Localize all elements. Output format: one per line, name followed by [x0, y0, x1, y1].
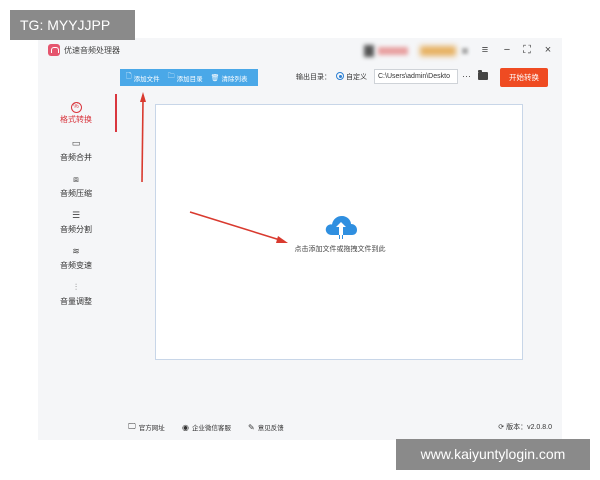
add-folder-label: 添加目录 [176, 75, 203, 83]
sidebar-item-merge[interactable]: ▭ 音频合并 [38, 138, 114, 170]
app-window: 优速音频处理器 ≡ − ⛶ × % 格式转换 ▭ 音频合并 ⧈ 音频压缩 ☰ 音… [38, 38, 562, 440]
trash-icon: 🗑 [210, 74, 220, 82]
merge-icon: ▭ [71, 138, 81, 148]
feedback-icon: ✎ [248, 422, 255, 432]
output-path-input[interactable]: C:\Users\admin\Deskto [374, 69, 458, 84]
refresh-icon: ⟳ [498, 424, 505, 431]
drop-hint-text: 点击添加文件或拖拽文件到此 [294, 246, 386, 253]
sidebar-item-format-convert[interactable]: % 格式转换 [38, 100, 114, 132]
add-file-button[interactable]: 🗋 添加文件 [126, 72, 160, 83]
volume-icon: ⫶ [74, 282, 78, 292]
file-icon: 🗋 [126, 73, 132, 80]
file-toolbar: 🗋 添加文件 🗀 添加目录 🗑 清除列表 [120, 69, 258, 86]
support-label: 企业微信客服 [191, 425, 231, 432]
custom-radio-label[interactable]: 自定义 [346, 72, 367, 82]
output-dir-label: 输出目录： [296, 74, 331, 81]
website-link[interactable]: 🖵 官方网址 [128, 422, 165, 432]
sidebar-item-speed[interactable]: ≋ 音频变速 [38, 246, 114, 278]
maximize-button[interactable]: ⛶ [520, 43, 534, 57]
clear-list-button[interactable]: 🗑 清除列表 [211, 73, 248, 83]
sidebar-item-label: 音频合并 [60, 153, 92, 162]
support-link[interactable]: ◉ 企业微信客服 [182, 422, 231, 433]
minimize-button[interactable]: − [500, 43, 514, 57]
blurred-avatar [364, 45, 374, 57]
watermark-top-left: TG: MYYJJPP [10, 10, 135, 40]
wechat-icon: ◉ [182, 422, 189, 432]
clear-list-label: 清除列表 [221, 75, 248, 83]
sidebar-item-label: 音频压缩 [60, 189, 92, 198]
feedback-label: 意见反馈 [257, 425, 284, 432]
sidebar-item-label: 音量调整 [60, 297, 92, 306]
version-label[interactable]: ⟳ 版本：v2.0.8.0 [498, 422, 552, 432]
footer-bar: 🖵 官方网址 ◉ 企业微信客服 ✎ 意见反馈 ⟳ 版本：v2.0.8.0 [114, 412, 562, 440]
menu-icon[interactable]: ≡ [478, 43, 492, 57]
app-logo-icon [48, 44, 60, 56]
add-file-label: 添加文件 [133, 75, 160, 83]
app-title: 优速音频处理器 [64, 46, 120, 55]
cloud-upload-icon [325, 216, 357, 239]
format-convert-icon: % [70, 100, 82, 113]
start-convert-button[interactable]: 开始转换 [500, 68, 548, 87]
sidebar-item-label: 音频分割 [60, 225, 92, 234]
sidebar-item-volume[interactable]: ⫶ 音量调整 [38, 282, 114, 314]
sidebar-item-label: 音频变速 [60, 261, 92, 270]
close-button[interactable]: × [541, 43, 555, 57]
browse-more-button[interactable]: ··· [462, 70, 471, 82]
custom-radio[interactable] [336, 72, 344, 80]
compress-icon: ⧈ [73, 174, 79, 184]
sidebar-item-label: 格式转换 [60, 115, 92, 124]
watermark-bottom-right: www.kaiyuntylogin.com [396, 439, 590, 470]
monitor-icon: 🖵 [128, 422, 136, 431]
split-icon: ☰ [71, 210, 81, 220]
folder-icon: 🗀 [167, 73, 175, 80]
sidebar-item-compress[interactable]: ⧈ 音频压缩 [38, 174, 114, 206]
title-bar: 优速音频处理器 ≡ − ⛶ × [38, 38, 562, 64]
blurred-indicator [462, 48, 468, 54]
sidebar: % 格式转换 ▭ 音频合并 ⧈ 音频压缩 ☰ 音频分割 ≋ 音频变速 ⫶ 音量调… [38, 64, 114, 440]
sidebar-item-split[interactable]: ☰ 音频分割 [38, 210, 114, 242]
blurred-username [378, 47, 408, 55]
version-text: 版本：v2.0.8.0 [506, 424, 552, 431]
open-folder-icon[interactable] [478, 70, 488, 80]
speed-icon: ≋ [72, 246, 80, 256]
sidebar-active-indicator [115, 94, 117, 132]
blurred-vip-badge [420, 46, 456, 56]
add-folder-button[interactable]: 🗀 添加目录 [168, 72, 203, 83]
website-label: 官方网址 [138, 425, 165, 432]
file-drop-area[interactable]: 点击添加文件或拖拽文件到此 [155, 104, 523, 360]
feedback-link[interactable]: ✎ 意见反馈 [248, 422, 284, 433]
